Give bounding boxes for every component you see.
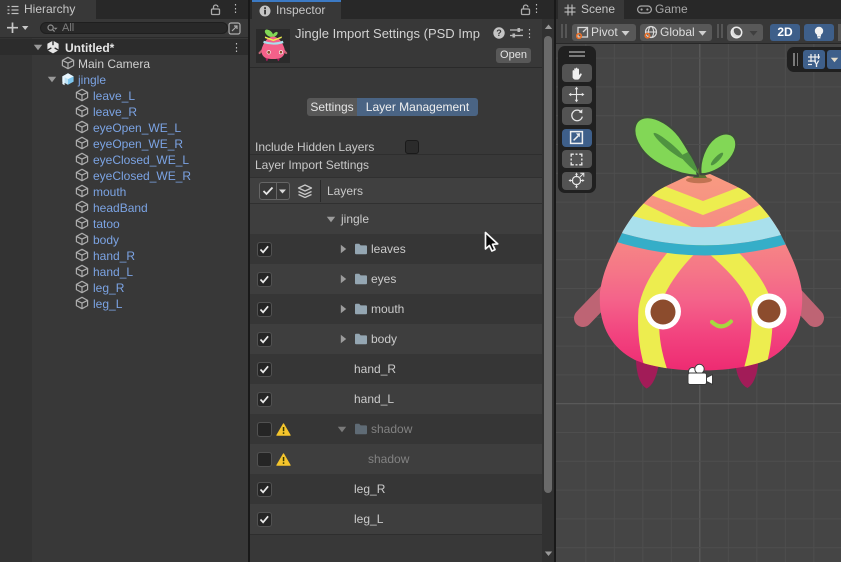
svg-text:Y: Y [813, 59, 819, 67]
svg-text:?: ? [496, 28, 502, 38]
